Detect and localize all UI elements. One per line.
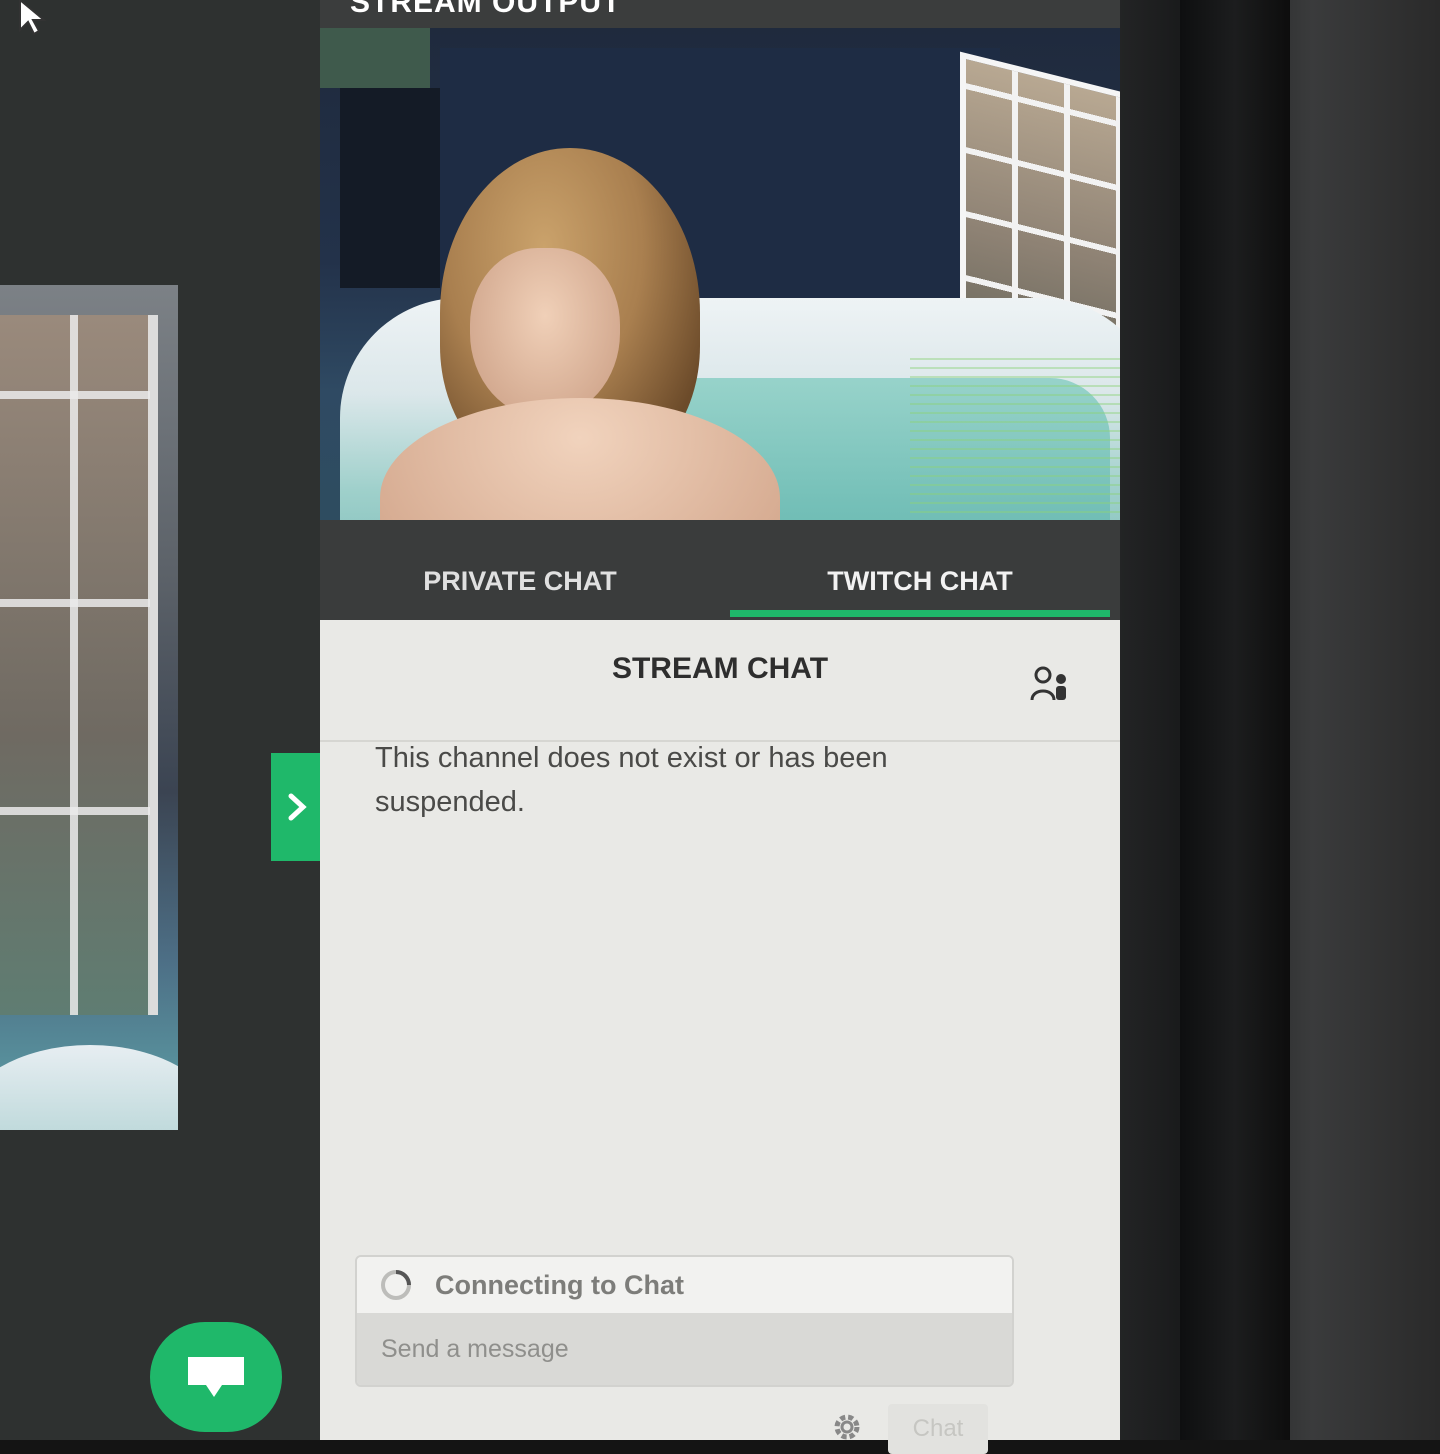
monitor-edge xyxy=(1180,0,1290,1440)
active-tab-indicator xyxy=(730,610,1110,617)
stream-video-preview[interactable] xyxy=(320,28,1120,548)
chat-status-text: Connecting to Chat xyxy=(435,1269,684,1300)
stream-panel: STREAM OUTPUT PRIVATE CHAT TWITCH CHAT S… xyxy=(320,0,1120,1454)
chat-title: STREAM CHAT xyxy=(611,652,829,685)
preview-person-face xyxy=(470,248,620,418)
chat-bubble-icon xyxy=(188,1357,244,1397)
source-preview-thumbnail[interactable] xyxy=(0,285,178,1130)
chat-composer: Connecting to Chat xyxy=(355,1255,1014,1387)
thumbnail-tub-graphic xyxy=(0,1045,178,1130)
tab-twitch-chat[interactable]: TWITCH CHAT xyxy=(720,542,1120,620)
message-input[interactable] xyxy=(357,1313,1012,1385)
chat-tabs: PRIVATE CHAT TWITCH CHAT xyxy=(320,520,1120,620)
chat-status-row: Connecting to Chat xyxy=(357,1257,1012,1314)
chat-fab-button[interactable] xyxy=(150,1322,282,1432)
loading-spinner-icon xyxy=(381,1270,411,1300)
users-icon[interactable] xyxy=(1030,666,1070,702)
stream-output-title: STREAM OUTPUT xyxy=(350,0,622,19)
mouse-pointer-icon xyxy=(19,0,47,36)
gear-icon[interactable] xyxy=(830,1410,864,1444)
preview-plant xyxy=(320,28,430,88)
expand-panel-button[interactable] xyxy=(271,753,325,861)
thumbnail-window-graphic xyxy=(0,315,158,1015)
chat-system-message: This channel does not exist or has been … xyxy=(375,742,888,818)
preview-shelf xyxy=(340,88,440,288)
tab-private-chat[interactable]: PRIVATE CHAT xyxy=(320,542,720,620)
chevron-right-icon xyxy=(288,793,307,821)
left-sidebar xyxy=(0,0,320,1440)
chat-header: STREAM CHAT xyxy=(320,622,1120,742)
chat-send-button[interactable]: Chat xyxy=(888,1404,988,1454)
